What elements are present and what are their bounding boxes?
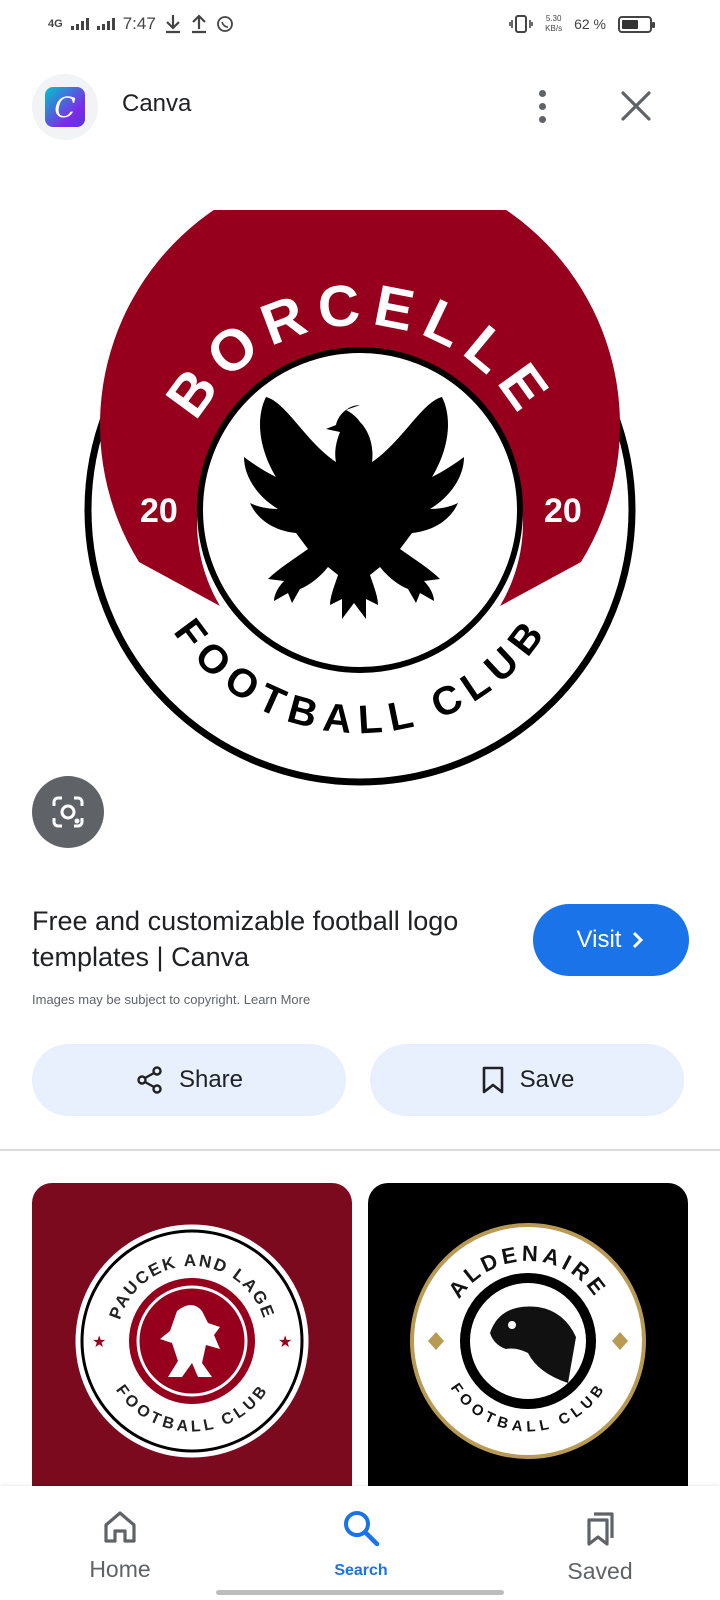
network-speed: 5.30 KB/s	[545, 14, 562, 34]
more-options-button[interactable]	[522, 82, 562, 130]
gesture-bar[interactable]	[216, 1590, 504, 1595]
nav-saved[interactable]: Saved	[520, 1486, 680, 1586]
battery-percent: 62 %	[574, 16, 606, 32]
star-icon: ★	[92, 1334, 106, 1351]
copyright-notice: Images may be subject to copyright. Lear…	[32, 992, 310, 1007]
divider	[0, 1149, 720, 1151]
nav-search[interactable]: Search	[281, 1486, 441, 1586]
main-image[interactable]: BORCELLE FOOTBALL CLUB 20 20	[60, 165, 660, 810]
close-icon	[621, 91, 651, 121]
related-image-1[interactable]: PAUCEK AND LAGE FOOTBALL CLUB ★ ★	[32, 1183, 352, 1513]
nav-search-label: Search	[334, 1562, 388, 1579]
battery-icon	[618, 15, 655, 33]
nav-home-label: Home	[89, 1556, 151, 1582]
whatsapp-icon	[216, 15, 234, 33]
upload-icon	[190, 14, 208, 34]
learn-more-link[interactable]: Learn More	[244, 992, 310, 1007]
nav-home[interactable]: Home	[40, 1486, 200, 1586]
network-speed-value: 5.30	[545, 14, 562, 23]
result-title[interactable]: Free and customizable football logo temp…	[32, 903, 482, 975]
related-image-2[interactable]: ALDENAIRE FOOTBALL CLUB	[368, 1183, 688, 1513]
bottom-navigation: Home Search Saved	[0, 1486, 720, 1600]
save-button[interactable]: Save	[370, 1044, 684, 1116]
crest-year-right: 20	[544, 492, 582, 530]
visit-button[interactable]: Visit	[533, 904, 689, 976]
share-label: Share	[178, 1066, 244, 1093]
network-type: 4G	[48, 18, 63, 30]
signal-icon	[70, 18, 89, 30]
canva-logo-icon: C	[45, 87, 85, 127]
search-icon	[344, 1511, 380, 1547]
more-vert-icon	[538, 89, 546, 97]
home-icon	[104, 1511, 136, 1543]
source-name: Canva	[122, 90, 192, 117]
copyright-text: Images may be subject to copyright.	[32, 992, 241, 1007]
download-icon	[164, 14, 182, 34]
visit-label: Visit	[576, 926, 622, 953]
nav-saved-label: Saved	[567, 1558, 633, 1584]
bookmark-icon	[482, 1066, 503, 1094]
clock: 7:47	[122, 14, 156, 33]
signal-2-icon	[96, 18, 115, 30]
saved-collections-icon	[587, 1512, 614, 1546]
lens-icon	[52, 796, 84, 828]
network-speed-unit: KB/s	[545, 24, 563, 33]
vibrate-icon	[509, 14, 533, 34]
chevron-right-icon	[633, 931, 644, 949]
crest-year-left: 20	[140, 492, 178, 530]
star-icon: ★	[278, 1334, 292, 1351]
close-button[interactable]	[614, 84, 658, 128]
share-icon	[137, 1066, 162, 1094]
google-lens-button[interactable]	[32, 776, 104, 848]
canva-logo: C	[32, 74, 98, 140]
save-label: Save	[519, 1066, 575, 1093]
status-bar: 4G 7:47 5.30 KB/s 62 %	[0, 0, 720, 56]
share-button[interactable]: Share	[32, 1044, 346, 1116]
header: C Canva	[0, 70, 720, 142]
